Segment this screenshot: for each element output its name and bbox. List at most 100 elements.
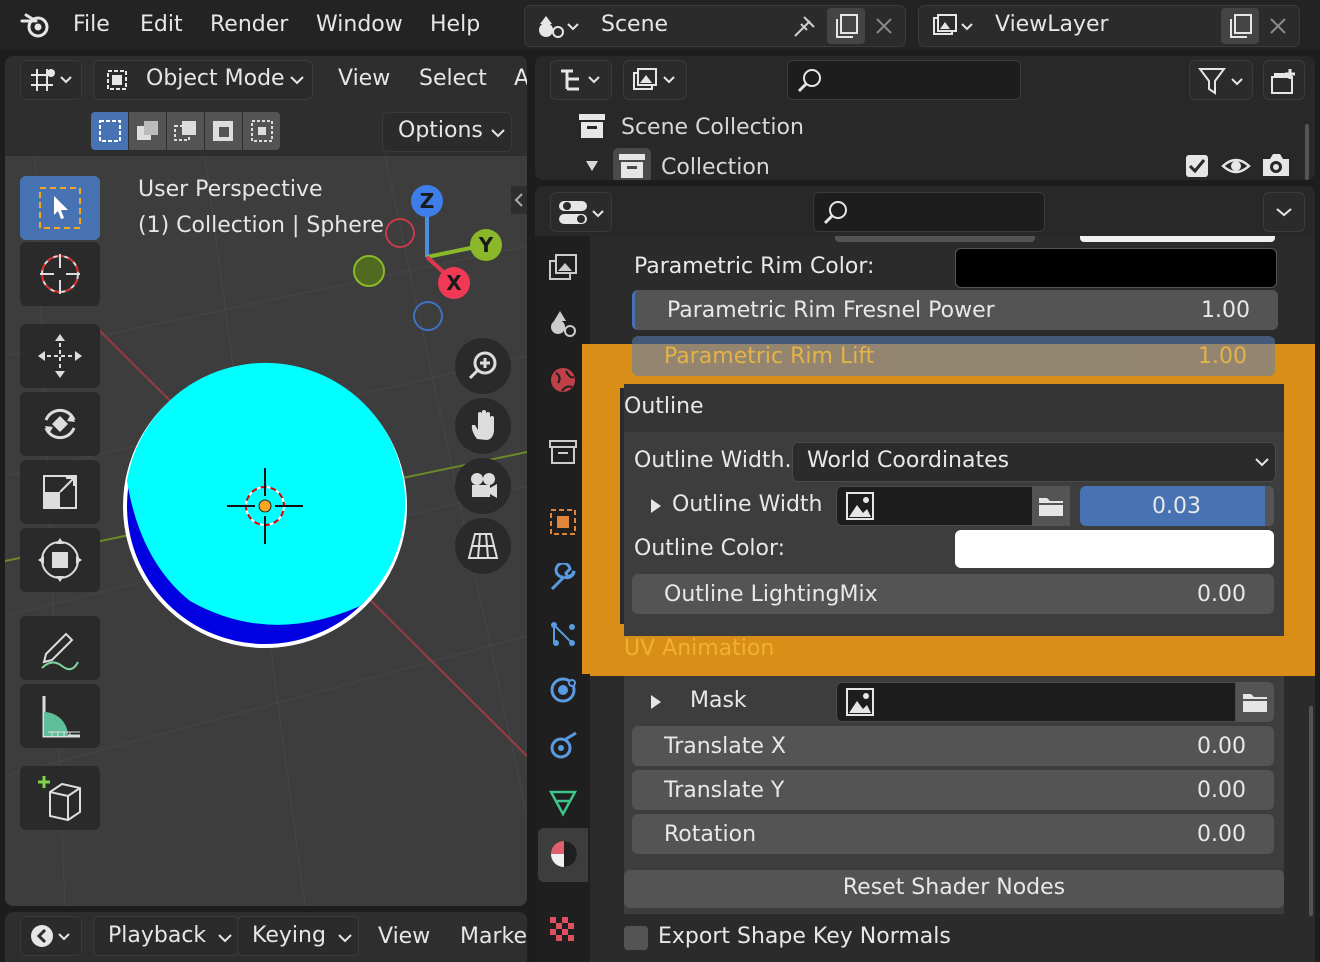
outline-width-value-field[interactable]: 0.03	[1080, 486, 1274, 526]
rim-color-swatch[interactable]	[955, 248, 1277, 288]
tool-scale-icon[interactable]	[20, 460, 100, 524]
viewport-menu-select[interactable]: Select	[419, 66, 487, 91]
expand-arrow-icon[interactable]	[585, 160, 599, 172]
viewlayer-name[interactable]: ViewLayer	[995, 12, 1109, 37]
scene-name[interactable]: Scene	[601, 12, 668, 37]
tool-add-cube-icon[interactable]	[20, 766, 100, 830]
zoom-icon[interactable]	[455, 338, 511, 394]
filter-icon[interactable]	[1189, 60, 1253, 100]
outliner-editor-type-icon[interactable]	[550, 60, 612, 100]
tool-cursor-icon[interactable]	[20, 242, 100, 306]
properties-search-input[interactable]	[813, 192, 1045, 232]
perspective-toggle-icon[interactable]	[455, 518, 511, 574]
tab-scene-icon[interactable]	[545, 306, 581, 342]
timeline-menu-view[interactable]: View	[378, 924, 430, 949]
timeline-editor-type-icon[interactable]	[20, 916, 82, 956]
new-viewlayer-icon[interactable]	[1221, 8, 1259, 44]
viewlayer-type-icon[interactable]	[925, 10, 979, 42]
tab-physics-icon[interactable]	[545, 672, 581, 708]
options-dropdown[interactable]: Options	[382, 112, 512, 152]
expand-arrow-icon[interactable]	[650, 694, 662, 710]
menu-file[interactable]: File	[73, 12, 110, 37]
outline-lightingmix-label: Outline LightingMix	[664, 582, 878, 607]
select-new-icon[interactable]	[91, 112, 128, 150]
tool-move-icon[interactable]	[20, 324, 100, 388]
tab-material-active[interactable]	[538, 828, 588, 882]
exclude-checkbox-icon[interactable]	[1185, 154, 1209, 178]
select-invert-icon[interactable]	[205, 112, 242, 150]
properties-options-chevron-icon[interactable]	[1263, 192, 1305, 232]
tab-modifier-wrench-icon[interactable]	[545, 560, 581, 596]
tool-annotate-icon[interactable]	[20, 616, 100, 680]
3d-viewport[interactable]: Object Mode View Select A Options User P…	[5, 56, 527, 906]
close-scene-icon[interactable]	[867, 10, 901, 42]
menu-render[interactable]: Render	[210, 12, 288, 37]
translate-x-field[interactable]: Translate X 0.00	[632, 726, 1274, 766]
tab-world-icon[interactable]	[545, 362, 581, 398]
tool-rotate-icon[interactable]	[20, 392, 100, 456]
pan-hand-icon[interactable]	[455, 398, 511, 454]
outliner-search-input[interactable]	[787, 60, 1021, 100]
viewport-menu-view[interactable]: View	[338, 66, 390, 91]
properties-editor-type-icon[interactable]	[550, 192, 612, 232]
uv-animation-header[interactable]: UV Animation	[624, 636, 774, 661]
select-subtract-icon[interactable]	[167, 112, 204, 150]
outline-width-mode-dropdown[interactable]: World Coordinates	[792, 442, 1276, 482]
navigation-gizmo[interactable]: Z Y X	[345, 181, 515, 331]
export-shape-key-checkbox[interactable]	[624, 926, 648, 950]
editor-type-button[interactable]	[20, 60, 82, 100]
properties-scrollbar[interactable]	[1309, 706, 1313, 916]
keying-dropdown[interactable]: Keying	[237, 916, 359, 956]
mask-label: Mask	[690, 688, 747, 713]
menu-help[interactable]: Help	[430, 12, 480, 37]
scene-collection-label[interactable]: Scene Collection	[621, 115, 804, 140]
tool-measure-icon[interactable]	[20, 684, 100, 748]
tab-object-icon[interactable]	[545, 504, 581, 540]
playback-dropdown[interactable]: Playback	[93, 916, 239, 956]
select-extend-icon[interactable]	[129, 112, 166, 150]
rim-fresnel-field[interactable]: Parametric Rim Fresnel Power 1.00	[632, 290, 1278, 330]
outline-color-swatch[interactable]	[955, 530, 1274, 568]
open-folder-icon[interactable]	[1032, 486, 1070, 526]
tab-particles-icon[interactable]	[545, 616, 581, 652]
blender-logo-icon[interactable]	[18, 10, 54, 40]
tab-constraints-icon[interactable]	[545, 728, 581, 764]
mask-texture-slot[interactable]	[836, 682, 1236, 722]
menu-edit[interactable]: Edit	[140, 12, 183, 37]
open-folder-icon[interactable]	[1236, 682, 1274, 722]
tool-select-box-icon[interactable]	[20, 176, 100, 240]
render-camera-icon[interactable]	[1261, 152, 1291, 178]
expand-arrow-icon[interactable]	[650, 498, 662, 514]
reset-shader-nodes-button[interactable]: Reset Shader Nodes	[624, 870, 1284, 908]
viewport-menu-add[interactable]: A	[514, 66, 527, 91]
3d-cursor-icon[interactable]	[227, 468, 303, 544]
tab-collection-icon[interactable]	[545, 434, 581, 470]
display-mode-icon[interactable]	[623, 60, 687, 100]
tab-data-mesh-icon[interactable]	[545, 784, 581, 820]
tool-transform-icon[interactable]	[20, 528, 100, 592]
collection-label[interactable]: Collection	[661, 155, 770, 180]
rim-lift-field[interactable]: Parametric Rim Lift 1.00	[632, 336, 1275, 376]
new-collection-icon[interactable]	[1263, 60, 1305, 100]
chevron-down-icon	[491, 129, 505, 138]
outline-panel-header[interactable]: Outline	[624, 384, 1284, 432]
rim-lift-label: Parametric Rim Lift	[664, 344, 875, 369]
object-mode-dropdown[interactable]: Object Mode	[93, 60, 313, 100]
outline-width-texture-slot[interactable]	[836, 486, 1034, 526]
menu-window[interactable]: Window	[316, 12, 403, 37]
tab-tool-icon[interactable]	[545, 250, 581, 286]
timeline-menu-marker[interactable]: Marke	[460, 924, 527, 949]
scene-type-icon[interactable]	[531, 10, 585, 42]
visibility-eye-icon[interactable]	[1221, 154, 1251, 178]
outline-color-label: Outline Color:	[634, 536, 786, 561]
new-scene-icon[interactable]	[827, 8, 865, 44]
camera-view-icon[interactable]	[455, 458, 511, 514]
outliner-scrollbar[interactable]	[1305, 124, 1309, 180]
select-intersect-icon[interactable]	[243, 112, 280, 150]
translate-y-field[interactable]: Translate Y 0.00	[632, 770, 1274, 810]
pin-icon[interactable]	[787, 10, 823, 42]
tab-texture-icon[interactable]	[545, 912, 581, 948]
outline-lightingmix-field[interactable]: Outline LightingMix 0.00	[632, 574, 1274, 614]
close-viewlayer-icon[interactable]	[1261, 10, 1295, 42]
rotation-field[interactable]: Rotation 0.00	[632, 814, 1274, 854]
